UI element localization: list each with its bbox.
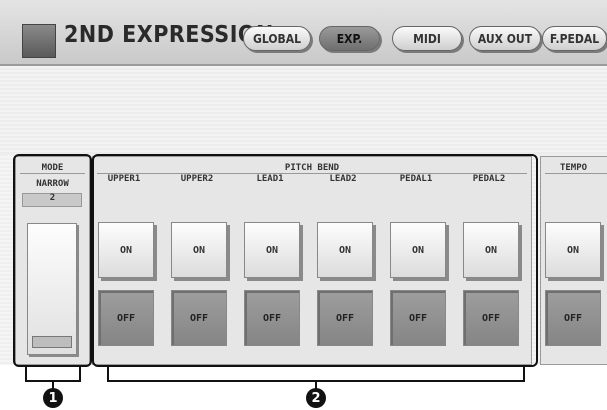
callout-line-2-left (107, 367, 109, 381)
tempo-off-button[interactable]: OFF (545, 290, 601, 346)
callout-line-1-right (79, 367, 81, 381)
callout-line-1-left (25, 367, 27, 381)
tempo-label: TEMPO (559, 163, 588, 173)
tab-aux-out[interactable]: AUX OUT (469, 26, 541, 51)
tab-midi[interactable]: MIDI (392, 26, 462, 51)
callout-marker-2: 2 (306, 388, 326, 408)
tempo-on-button[interactable]: ON (545, 222, 601, 278)
callout-line-2-right (523, 367, 525, 381)
subheader-area (0, 66, 607, 154)
callout-outline-2 (92, 154, 538, 367)
header-bar: 2ND EXPRESSION GLOBAL EXP. MIDI AUX OUT … (0, 0, 607, 66)
tab-global[interactable]: GLOBAL (243, 26, 311, 51)
tab-exp[interactable]: EXP. (319, 26, 380, 51)
tab-f-pedal[interactable]: F.PEDAL (542, 26, 607, 51)
display-icon (22, 24, 56, 58)
callout-marker-1: 1 (43, 388, 63, 408)
callout-outline-1 (13, 154, 92, 367)
